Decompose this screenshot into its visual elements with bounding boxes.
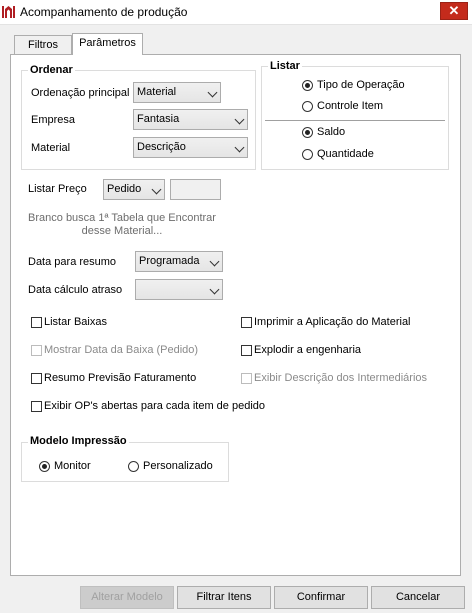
- resumo-previsao-checkbox[interactable]: [31, 373, 42, 384]
- window-title: Acompanhamento de produção: [20, 5, 188, 19]
- listar-baixas-checkbox[interactable]: [31, 317, 42, 328]
- data-calculo-label: Data cálculo atraso: [28, 284, 123, 296]
- preco-hint-line2: desse Material...: [81, 225, 163, 237]
- material-select[interactable]: Descrição: [133, 137, 248, 158]
- close-icon: ✕: [448, 3, 460, 18]
- data-resumo-label: Data para resumo: [28, 256, 117, 268]
- ordenacao-principal-select[interactable]: Material: [133, 82, 221, 103]
- listar-baixas-label[interactable]: Listar Baixas: [44, 316, 107, 328]
- material-value: Descrição: [137, 141, 186, 153]
- exibir-ops-checkbox[interactable]: [31, 401, 42, 412]
- tipo-operacao-label[interactable]: Tipo de Operação: [317, 79, 405, 91]
- tab-filtros-label: Filtros: [28, 39, 58, 51]
- alterar-modelo-label: Alterar Modelo: [91, 591, 163, 603]
- tab-parametros-label: Parâmetros: [79, 37, 136, 49]
- data-resumo-value: Programada: [139, 255, 200, 267]
- mostrar-data-baixa-label[interactable]: Mostrar Data da Baixa (Pedido): [44, 344, 198, 356]
- ordenacao-principal-value: Material: [137, 86, 177, 98]
- title-bar: Acompanhamento de produção ✕: [0, 0, 472, 25]
- tipo-operacao-radio[interactable]: [302, 80, 313, 91]
- empresa-select[interactable]: Fantasia: [133, 109, 248, 130]
- personalizado-label[interactable]: Personalizado: [143, 460, 213, 472]
- data-calculo-select[interactable]: [135, 279, 223, 300]
- controle-item-label[interactable]: Controle Item: [317, 100, 383, 112]
- listar-preco-value: Pedido: [107, 183, 142, 195]
- empresa-value: Fantasia: [137, 113, 180, 125]
- quantidade-label[interactable]: Quantidade: [317, 148, 374, 160]
- preco-tabela-input[interactable]: [170, 179, 221, 200]
- chevron-down-icon: [207, 87, 218, 98]
- exibir-descricao-label[interactable]: Exibir Descrição dos Intermediários: [254, 372, 427, 384]
- listar-preco-label: Listar Preço: [28, 183, 87, 195]
- chevron-down-icon: [209, 284, 220, 295]
- filtrar-itens-button[interactable]: Filtrar Itens: [177, 586, 271, 609]
- controle-item-radio[interactable]: [302, 101, 313, 112]
- ordenar-legend: Ordenar: [28, 64, 75, 76]
- ordenacao-principal-label: Ordenação principal: [31, 87, 130, 99]
- chevron-down-icon: [234, 142, 245, 153]
- monitor-radio[interactable]: [39, 461, 50, 472]
- chevron-down-icon: [209, 256, 220, 267]
- tab-filtros[interactable]: Filtros: [14, 35, 72, 55]
- listar-legend: Listar: [268, 60, 302, 72]
- tab-parametros[interactable]: Parâmetros: [72, 33, 143, 55]
- material-label: Material: [31, 142, 71, 154]
- confirmar-label: Confirmar: [296, 591, 346, 603]
- saldo-label[interactable]: Saldo: [317, 126, 345, 138]
- cancelar-label: Cancelar: [395, 591, 441, 603]
- modelo-impressao-legend: Modelo Impressão: [28, 435, 129, 447]
- cancelar-button[interactable]: Cancelar: [371, 586, 465, 609]
- confirmar-button[interactable]: Confirmar: [274, 586, 368, 609]
- exibir-descricao-checkbox[interactable]: [241, 373, 252, 384]
- personalizado-radio[interactable]: [128, 461, 139, 472]
- listar-divider: [265, 120, 445, 121]
- monitor-label[interactable]: Monitor: [54, 460, 91, 472]
- empresa-label: Empresa: [31, 114, 76, 126]
- explodir-engenharia-checkbox[interactable]: [241, 345, 252, 356]
- listar-preco-select[interactable]: Pedido: [103, 179, 165, 200]
- alterar-modelo-button[interactable]: Alterar Modelo: [80, 586, 174, 609]
- app-logo-icon: [1, 4, 16, 19]
- exibir-ops-label[interactable]: Exibir OP's abertas para cada item de pe…: [44, 400, 265, 412]
- filtrar-itens-label: Filtrar Itens: [196, 591, 252, 603]
- preco-hint-line1: Branco busca 1ª Tabela que Encontrar: [28, 212, 216, 224]
- mostrar-data-baixa-checkbox[interactable]: [31, 345, 42, 356]
- chevron-down-icon: [234, 114, 245, 125]
- saldo-radio[interactable]: [302, 127, 313, 138]
- resumo-previsao-label[interactable]: Resumo Previsão Faturamento: [44, 372, 196, 384]
- imprimir-aplicacao-label[interactable]: Imprimir a Aplicação do Material: [254, 316, 411, 328]
- imprimir-aplicacao-checkbox[interactable]: [241, 317, 252, 328]
- chevron-down-icon: [151, 184, 162, 195]
- quantidade-radio[interactable]: [302, 149, 313, 160]
- data-resumo-select[interactable]: Programada: [135, 251, 223, 272]
- explodir-engenharia-label[interactable]: Explodir a engenharia: [254, 344, 361, 356]
- close-button[interactable]: ✕: [440, 2, 468, 20]
